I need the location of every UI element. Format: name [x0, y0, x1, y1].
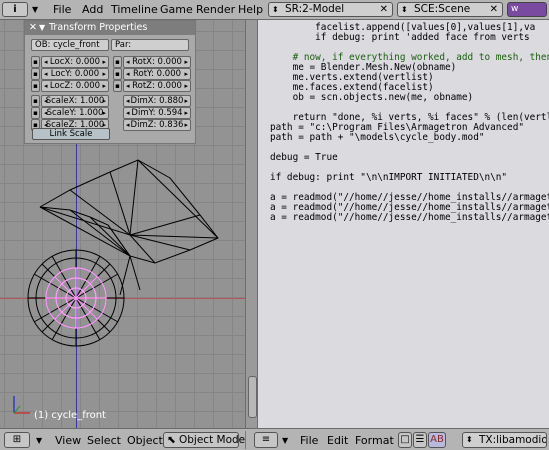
text-editor[interactable]: facelist.append([values[0],values[1],va …: [258, 20, 549, 428]
lock-icon[interactable]: ▪: [31, 95, 40, 107]
body-wireframe: [39, 159, 219, 296]
locy-field[interactable]: ◂ LocY: 0.000 ▸: [41, 68, 109, 80]
dimz-field[interactable]: ◂ DimZ: 0.836 ▸: [123, 119, 191, 131]
code-line[interactable]: ob = scn.objects.new(me, obname): [270, 93, 549, 103]
locz-field[interactable]: ◂ LocZ: 0.000 ▸: [41, 80, 109, 92]
scaley-field[interactable]: ◂ ScaleY: 1.000 ▸: [41, 107, 109, 119]
text-editor-type-icon[interactable]: ≡: [254, 432, 278, 448]
code-line[interactable]: path = path + "\models\cycle_body.mod": [270, 133, 549, 143]
scrollbar-thumb[interactable]: [248, 376, 257, 418]
lock-icon[interactable]: ▪: [113, 68, 122, 80]
object-mode-selector[interactable]: ⬉ Object Mode: [163, 432, 245, 448]
updown-arrows-icon: ⬍: [272, 5, 279, 14]
close-icon[interactable]: ✕: [490, 3, 498, 16]
parent-field[interactable]: Par:: [111, 39, 189, 51]
menu-add[interactable]: Add: [82, 3, 103, 16]
menu-timeline[interactable]: Timeline: [111, 3, 158, 16]
code-area[interactable]: facelist.append([values[0],values[1],va …: [270, 23, 549, 223]
menu-view[interactable]: View: [55, 434, 81, 447]
transform-properties-panel: ✕ ▼ Transform Properties OB: cycle_front…: [24, 20, 196, 144]
screen-selector[interactable]: ⬍ SR:2-Model ✕: [268, 2, 393, 17]
panel-header[interactable]: ✕ ▼ Transform Properties: [25, 21, 195, 35]
scene-name: SCE:Scene: [414, 3, 471, 15]
divider: [245, 431, 246, 449]
text-block-name: TX:libamodio.py: [479, 434, 547, 446]
info-window-icon[interactable]: i: [2, 2, 28, 17]
lock-icon[interactable]: ▪: [31, 80, 40, 92]
fullscreen-icon[interactable]: □: [398, 432, 412, 448]
updown-arrows-icon: ⬍: [466, 435, 473, 444]
panel-title: Transform Properties: [49, 22, 148, 33]
object-name-field[interactable]: OB: cycle_front: [31, 39, 109, 51]
lock-icon[interactable]: ▪: [113, 80, 122, 92]
editor-scrollbar[interactable]: [245, 20, 258, 428]
menu-game[interactable]: Game: [160, 3, 193, 16]
top-header: i ▼ File Add Timeline Game Render Help ⬍…: [0, 0, 549, 20]
chevron-down-icon[interactable]: ▼: [282, 436, 288, 445]
lock-icon[interactable]: ▪: [31, 56, 40, 68]
menu-format[interactable]: Format: [355, 434, 394, 447]
active-object-label: (1) cycle_front: [34, 410, 106, 421]
axis-gizmo-icon: [13, 396, 30, 414]
menu-file[interactable]: File: [53, 3, 71, 16]
menu-object[interactable]: Object: [127, 434, 163, 447]
blender-logo-icon: w: [507, 2, 547, 17]
lock-icon[interactable]: ▪: [31, 68, 40, 80]
chevron-down-icon[interactable]: ▼: [36, 436, 42, 445]
code-line[interactable]: if debug: print "\n\nIMPORT INITIATED\n\…: [270, 173, 549, 183]
editor-type-icon[interactable]: ⊞: [4, 432, 30, 448]
scalex-field[interactable]: ◂ ScaleX: 1.000 ▸: [41, 95, 109, 107]
lock-icon[interactable]: ▪: [113, 56, 122, 68]
rotz-field[interactable]: ◂ RotZ: 0.000 ▸: [123, 80, 191, 92]
code-line[interactable]: debug = True: [270, 153, 549, 163]
text-block-selector[interactable]: ⬍ TX:libamodio.py: [462, 432, 547, 448]
menu-select[interactable]: Select: [87, 434, 121, 447]
menu-file-text[interactable]: File: [300, 434, 318, 447]
scene-selector[interactable]: ⬍ SCE:Scene ✕: [397, 2, 503, 17]
dimy-field[interactable]: ◂ DimY: 0.594 ▸: [123, 107, 191, 119]
rotx-field[interactable]: ◂ RotX: 0.000 ▸: [123, 56, 191, 68]
dimx-field[interactable]: ◂ DimX: 0.880 ▸: [123, 95, 191, 107]
close-icon[interactable]: ✕: [29, 21, 37, 35]
updown-arrows-icon: ⬍: [401, 5, 408, 14]
syntax-highlight-icon[interactable]: AB: [428, 432, 446, 448]
roty-field[interactable]: ◂ RotY: 0.000 ▸: [123, 68, 191, 80]
bottom-header: ⊞ ▼ View Select Object ⬉ Object Mode ≡ ▼…: [0, 428, 549, 450]
code-line[interactable]: if debug: print 'added face from verts: [270, 33, 549, 43]
close-icon[interactable]: ✕: [380, 3, 388, 16]
menu-edit[interactable]: Edit: [327, 434, 348, 447]
line-numbers-icon[interactable]: ☰: [413, 432, 427, 448]
lock-icon[interactable]: ▪: [31, 107, 40, 119]
menu-render[interactable]: Render: [196, 3, 235, 16]
object-mode-icon: ⬉: [167, 434, 176, 446]
menu-help[interactable]: Help: [238, 3, 263, 16]
selected-hub-wireframe: [45, 267, 107, 329]
collapse-icon[interactable]: ▼: [39, 21, 45, 35]
code-line[interactable]: a = readmod("//home//jesse//home_install…: [270, 213, 549, 223]
link-scale-button[interactable]: Link Scale: [32, 128, 110, 140]
screen-name: SR:2-Model: [285, 3, 345, 15]
chevron-down-icon[interactable]: ▼: [32, 5, 38, 14]
object-mode-label: Object Mode: [179, 434, 246, 446]
locx-field[interactable]: ◂ LocX: 0.000 ▸: [41, 56, 109, 68]
